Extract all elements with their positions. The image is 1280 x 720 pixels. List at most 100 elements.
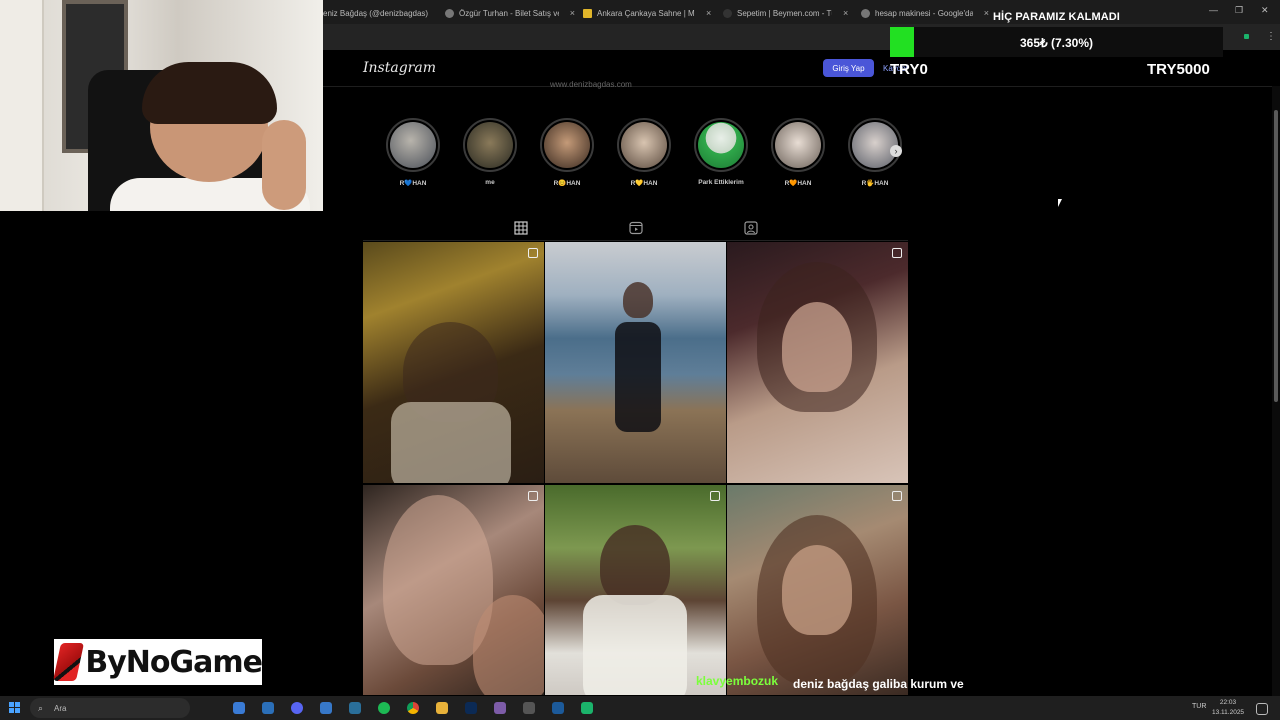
carousel-icon — [892, 248, 902, 258]
webcam-background — [0, 0, 44, 211]
tab-title: Ankara Çankaya Sahne | Mekan — [597, 8, 695, 18]
profile-website-link[interactable]: www.denizbagdas.com — [550, 80, 632, 89]
donation-amount: 365₺ (7.30%) — [1019, 36, 1093, 50]
login-button[interactable]: Giriş Yap — [823, 59, 874, 77]
taskbar-app-icon[interactable] — [581, 702, 593, 714]
post-subject — [615, 322, 661, 432]
spotify-icon[interactable] — [378, 702, 390, 714]
highlight-label: Park Ettiklerim — [698, 179, 744, 186]
taskbar-clock[interactable]: 22:03 13.11.2025 — [1212, 698, 1244, 718]
post-subject — [391, 402, 511, 483]
tab-favicon-icon — [445, 8, 454, 18]
highlight-thumbnail — [544, 122, 590, 168]
grid-icon[interactable] — [514, 221, 528, 235]
windows-taskbar: ⌕ Ara — [0, 696, 1280, 720]
post-thumbnail[interactable] — [727, 242, 908, 483]
post-thumbnail[interactable] — [545, 242, 726, 483]
carousel-icon — [710, 491, 720, 501]
browser-tab[interactable]: Sepetim | Beymen.com - Türkiye × — [723, 4, 855, 22]
search-icon: ⌕ — [38, 703, 44, 713]
taskbar-app-icon[interactable] — [494, 702, 506, 714]
highlight-label: R🧡HAN — [784, 180, 812, 187]
tab-favicon-icon — [723, 8, 732, 18]
language-indicator[interactable]: TUR — [1192, 703, 1206, 710]
donation-progress-bar: 365₺ (7.30%) — [890, 27, 1223, 57]
extension-icon[interactable] — [1244, 34, 1249, 39]
highlight-label: me — [485, 179, 495, 186]
highlight-thumbnail — [852, 122, 898, 168]
close-tab-icon[interactable]: × — [843, 8, 848, 18]
instagram-logo[interactable]: Instagram — [363, 60, 436, 76]
taskbar-app-icon[interactable] — [523, 702, 535, 714]
taskbar-app-icon[interactable] — [233, 702, 245, 714]
streamer-hair — [142, 62, 277, 124]
notification-icon[interactable] — [1256, 703, 1268, 715]
story-highlight[interactable]: Park Ettiklerim — [686, 118, 756, 186]
scrollbar-thumb[interactable] — [1274, 110, 1278, 402]
close-tab-icon[interactable]: × — [706, 8, 711, 18]
carousel-icon — [528, 491, 538, 501]
taskbar-app-icon[interactable] — [262, 702, 274, 714]
post-thumbnail[interactable] — [727, 485, 908, 695]
post-subject — [600, 525, 670, 605]
page-scrollbar[interactable] — [1272, 86, 1280, 696]
restore-window-icon[interactable]: ❐ — [1235, 5, 1243, 16]
story-highlight[interactable]: R😊HAN — [532, 118, 602, 187]
clock-date: 13.11.2025 — [1212, 709, 1245, 716]
streamer-hand — [262, 120, 306, 210]
post-thumbnail[interactable] — [363, 242, 544, 483]
highlight-thumbnail — [775, 122, 821, 168]
story-highlight[interactable]: R🧡HAN — [763, 118, 833, 187]
browser-tab[interactable]: Ankara Çankaya Sahne | Mekan × — [583, 4, 713, 22]
post-thumbnail[interactable] — [363, 485, 544, 695]
highlight-thumbnail — [698, 122, 744, 168]
story-next-arrow-icon[interactable]: › — [890, 145, 902, 157]
file-explorer-icon[interactable] — [436, 702, 448, 714]
post-subject — [782, 545, 852, 635]
donation-min-label: TRY0 — [890, 61, 928, 78]
tagged-icon[interactable] — [744, 221, 758, 235]
donation-goal-title: HİÇ PARAMIZ KALMADI — [993, 11, 1120, 23]
highlight-label: R💙HAN — [399, 180, 427, 187]
windows-start-icon[interactable] — [9, 702, 20, 713]
tab-title: Özgür Turhan - Bilet Satış ve Kon — [459, 8, 559, 18]
taskbar-app-icon[interactable] — [320, 702, 332, 714]
tab-divider — [363, 240, 908, 241]
photoshop-icon[interactable] — [465, 702, 477, 714]
bynogame-logo: ByNoGame — [52, 639, 263, 685]
story-highlight[interactable]: me — [455, 118, 525, 186]
carousel-icon — [892, 491, 902, 501]
webcam-overlay — [0, 0, 323, 211]
highlight-thumbnail — [390, 122, 436, 168]
mouse-cursor-icon — [1058, 199, 1062, 207]
post-subject — [583, 595, 687, 695]
tab-favicon-icon — [861, 8, 870, 18]
close-tab-icon[interactable]: × — [570, 8, 575, 18]
bynogame-mark-icon — [52, 643, 85, 681]
discord-icon[interactable] — [291, 702, 303, 714]
browser-menu-icon[interactable]: ⋮ — [1266, 31, 1276, 42]
close-tab-icon[interactable]: × — [984, 8, 989, 18]
browser-tab[interactable]: hesap makinesi - Google'da Ara × — [861, 4, 989, 22]
post-thumbnail[interactable] — [545, 485, 726, 695]
highlight-thumbnail — [467, 122, 513, 168]
close-window-icon[interactable]: ✕ — [1261, 5, 1269, 16]
post-subject — [782, 302, 852, 392]
story-highlight[interactable]: R💙HAN — [378, 118, 448, 187]
reels-icon[interactable] — [629, 221, 643, 235]
highlight-label: R🖐HAN — [861, 180, 889, 187]
taskbar-search[interactable]: ⌕ Ara — [30, 698, 190, 718]
search-placeholder: Ara — [54, 704, 67, 713]
minimize-window-icon[interactable]: — — [1209, 5, 1218, 15]
highlight-thumbnail — [621, 122, 667, 168]
clock-time: 22:03 — [1219, 699, 1237, 706]
browser-tab[interactable]: Özgür Turhan - Bilet Satış ve Kon × — [445, 4, 575, 22]
chrome-icon[interactable] — [407, 702, 419, 714]
taskbar-app-icon[interactable] — [349, 702, 361, 714]
story-highlight[interactable]: R💛HAN — [609, 118, 679, 187]
browser-tab-bar: eniz Bağdaş (@denizbagdas) × Özgür Turha… — [323, 0, 1280, 24]
browser-tab[interactable]: eniz Bağdaş (@denizbagdas) × — [323, 4, 433, 22]
taskbar-app-icon[interactable] — [552, 702, 564, 714]
tab-title: hesap makinesi - Google'da Ara — [875, 8, 973, 18]
highlight-label: R😊HAN — [553, 180, 581, 187]
